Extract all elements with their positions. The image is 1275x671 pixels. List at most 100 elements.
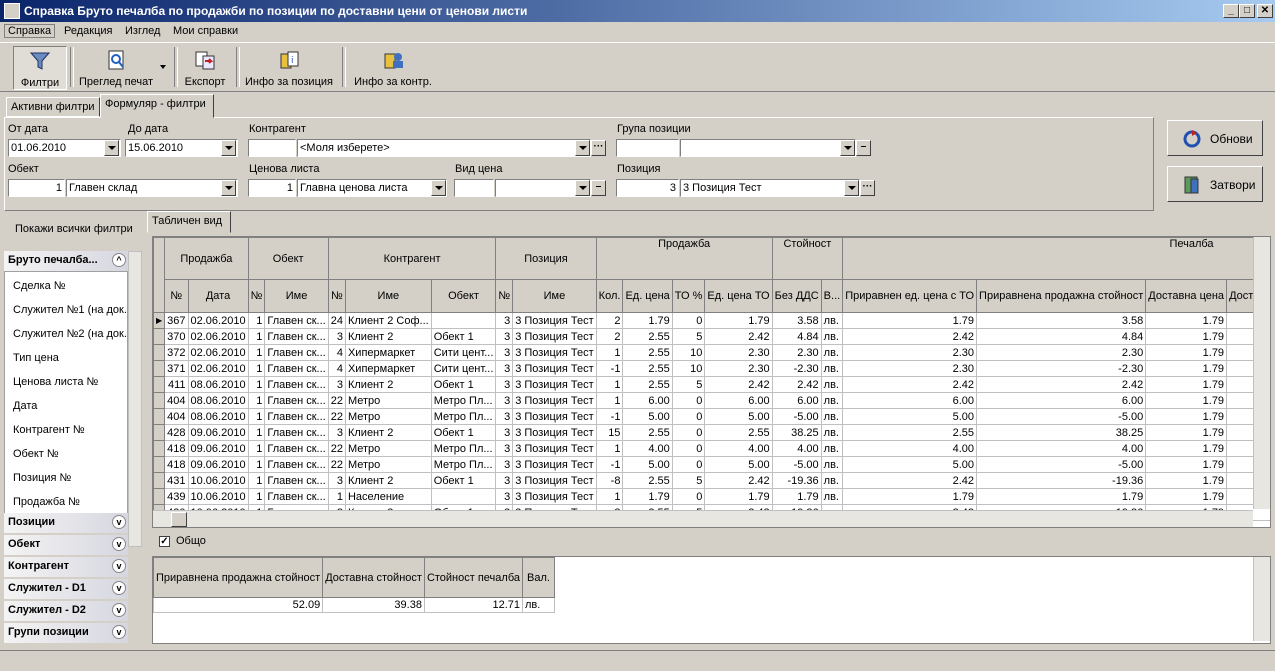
item-group-code-field[interactable]	[616, 139, 679, 157]
contragent-browse-button[interactable]: ···	[591, 140, 606, 156]
group-object-header[interactable]: Обект v	[4, 535, 128, 555]
table-row[interactable]: 370 02.06.2010 1 Главен ск... 3 Клиент 2 Обект…	[153, 328, 1270, 345]
list-item[interactable]: Служител №1 (на док...	[13, 304, 133, 316]
column-header[interactable]: Обект	[430, 279, 497, 313]
table-row[interactable]: 431 10.06.2010 1 Главен ск... 3 Клиент 2 Обект…	[153, 472, 1270, 489]
tab-active-filters[interactable]: Активни филтри	[6, 97, 100, 117]
column-header[interactable]: ТО %	[671, 279, 706, 313]
table-row[interactable]: 411 08.06.2010 1 Главен ск... 3 Клиент 2 Обект…	[153, 376, 1270, 393]
item-info-button[interactable]: i Инфо за позиция	[242, 46, 336, 88]
column-header[interactable]: Дата	[187, 279, 249, 313]
column-header[interactable]: Приравнен ед. цена с ТО	[842, 279, 978, 313]
table-row[interactable]: 439 10.06.2010 1 Главен ск... 1 Население 3 3 П…	[153, 488, 1270, 505]
refresh-button[interactable]: Обнови	[1167, 120, 1263, 156]
table-row[interactable]: 371 02.06.2010 1 Главен ск... 4 Хипермаркет Си…	[153, 360, 1270, 377]
grid-horizontal-scrollbar[interactable]	[153, 510, 1253, 527]
table-row[interactable]: 372 02.06.2010 1 Главен ск... 4 Хипермаркет Си…	[153, 344, 1270, 361]
table-row[interactable]: 404 08.06.2010 1 Главен ск... 22 Метро Метро П…	[153, 408, 1270, 425]
price-type-clear-button[interactable]: –	[591, 180, 606, 196]
contragent-code-field[interactable]	[248, 139, 296, 157]
data-grid[interactable]: Продажба Обект Контрагент Позиция Продаж…	[152, 236, 1271, 528]
maximize-button[interactable]: □	[1239, 4, 1255, 18]
item-group-clear-button[interactable]: –	[856, 140, 871, 156]
chevron-up-icon[interactable]: ^	[112, 253, 126, 267]
column-header[interactable]: Доставна цена	[1145, 279, 1228, 313]
column-header[interactable]: Име	[344, 279, 432, 313]
contragent-dropdown-icon[interactable]	[575, 140, 590, 156]
price-list-select[interactable]: Главна ценова листа	[297, 179, 447, 197]
row-selector[interactable]	[153, 440, 166, 457]
export-button[interactable]: Експорт	[180, 46, 230, 88]
item-select[interactable]: 3 Позиция Тест	[680, 179, 860, 197]
list-item[interactable]: Обект №	[13, 448, 59, 460]
column-header[interactable]: Ед. цена ТО	[704, 279, 773, 313]
group-contragent-header[interactable]: Контрагент v	[4, 557, 128, 577]
group-employee-d1-header[interactable]: Служител - D1 v	[4, 579, 128, 599]
column-header[interactable]: №	[327, 279, 346, 313]
list-item[interactable]: Позиция №	[13, 472, 71, 484]
menu-report[interactable]: Справка	[4, 24, 56, 38]
row-selector[interactable]	[153, 456, 166, 473]
contragent-select[interactable]: <Моля изберете>	[297, 139, 591, 157]
date-from-dropdown-icon[interactable]	[104, 140, 119, 156]
item-browse-button[interactable]: ···	[860, 180, 875, 196]
chevron-down-icon[interactable]: v	[112, 603, 126, 617]
menu-my-reports[interactable]: Мои справки	[173, 25, 238, 37]
column-header[interactable]: №	[164, 279, 189, 313]
object-dropdown-icon[interactable]	[221, 180, 236, 196]
price-list-code-field[interactable]: 1	[248, 179, 296, 197]
group-employee-d2-header[interactable]: Служител - D2 v	[4, 601, 128, 621]
table-row[interactable]: ▶ 367 02.06.2010 1 Главен ск... 24 Клиент 2 Со…	[153, 312, 1270, 329]
grid-vertical-scrollbar[interactable]	[1253, 237, 1270, 509]
item-dropdown-icon[interactable]	[844, 180, 859, 196]
column-header[interactable]: Име	[512, 279, 597, 313]
list-item[interactable]: Служител №2 (на док...	[13, 328, 133, 340]
item-group-select[interactable]	[680, 139, 856, 157]
row-selector[interactable]	[153, 472, 166, 489]
column-header[interactable]: Ед. цена	[622, 279, 673, 313]
item-group-dropdown-icon[interactable]	[840, 140, 855, 156]
list-item[interactable]: Тип цена	[13, 352, 59, 364]
group-item-groups-header[interactable]: Групи позиции v	[4, 623, 128, 643]
minimize-button[interactable]: _	[1223, 4, 1239, 18]
row-selector[interactable]	[153, 376, 166, 393]
table-row[interactable]: 418 09.06.2010 1 Главен ск... 22 Метро Метро П…	[153, 456, 1270, 473]
row-selector[interactable]	[153, 424, 166, 441]
current-row-indicator-icon[interactable]: ▶	[153, 312, 166, 329]
table-row[interactable]: 404 08.06.2010 1 Главен ск... 22 Метро Метро П…	[153, 392, 1270, 409]
totals-checkbox[interactable]: ✓	[159, 536, 170, 547]
show-all-filters-button[interactable]: Покажи всички филтри	[15, 223, 133, 235]
totals-scrollbar[interactable]	[1253, 557, 1270, 641]
group-panel-scrollbar[interactable]	[128, 251, 142, 547]
row-selector[interactable]	[153, 408, 166, 425]
object-select[interactable]: Главен склад	[66, 179, 238, 197]
tab-table-view[interactable]: Табличен вид	[147, 211, 231, 233]
column-header[interactable]: №	[495, 279, 514, 313]
column-header[interactable]: Име	[264, 279, 329, 313]
list-item[interactable]: Ценова листа №	[13, 376, 98, 388]
date-to-dropdown-icon[interactable]	[221, 140, 236, 156]
column-header[interactable]: В...	[820, 279, 844, 313]
table-row[interactable]: 418 09.06.2010 1 Главен ск... 22 Метро Метро П…	[153, 440, 1270, 457]
column-header[interactable]: №	[247, 279, 266, 313]
price-type-code-field[interactable]	[454, 179, 494, 197]
chevron-down-icon[interactable]: v	[112, 581, 126, 595]
column-header[interactable]: Приравнена продажна стойност	[976, 279, 1147, 313]
menu-view[interactable]: Изглед	[125, 25, 160, 37]
table-row[interactable]: 428 09.06.2010 1 Главен ск... 3 Клиент 2 Обект…	[153, 424, 1270, 441]
row-selector[interactable]	[153, 344, 166, 361]
object-code-field[interactable]: 1	[8, 179, 65, 197]
column-header[interactable]: Кол.	[595, 279, 624, 313]
contragent-info-button[interactable]: Инфо за контр.	[350, 46, 436, 88]
price-type-dropdown-icon[interactable]	[575, 180, 590, 196]
row-selector[interactable]	[153, 328, 166, 345]
chevron-down-icon[interactable]: v	[112, 559, 126, 573]
chevron-down-icon[interactable]: v	[112, 515, 126, 529]
row-selector[interactable]	[153, 392, 166, 409]
menu-edit[interactable]: Редакция	[64, 25, 112, 37]
filters-button[interactable]: Филтри	[13, 46, 67, 90]
row-selector[interactable]	[153, 488, 166, 505]
price-list-dropdown-icon[interactable]	[431, 180, 446, 196]
preview-print-button[interactable]: Преглед печат	[74, 46, 158, 88]
list-item[interactable]: Контрагент №	[13, 424, 85, 436]
